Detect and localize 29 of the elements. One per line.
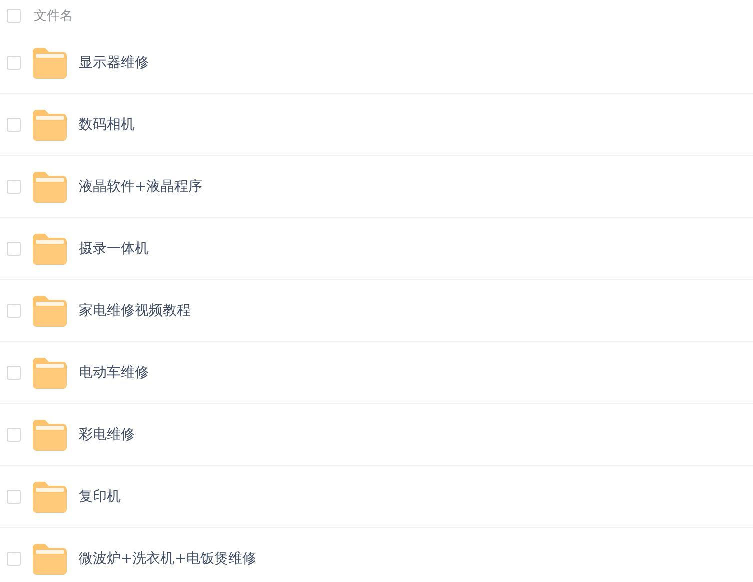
checkbox[interactable]: [7, 304, 21, 318]
column-header: 文件名: [34, 8, 73, 25]
folder-icon: [33, 170, 67, 202]
checkbox[interactable]: [7, 428, 21, 442]
folder-name[interactable]: 复印机: [79, 488, 121, 506]
folder-name[interactable]: 数码相机: [79, 116, 135, 134]
folder-name[interactable]: 家电维修视频教程: [79, 302, 191, 320]
folder-name[interactable]: 电动车维修: [79, 364, 149, 382]
folder-name[interactable]: 液晶软件+液晶程序: [79, 178, 203, 196]
folder-icon: [33, 418, 67, 450]
checkbox[interactable]: [7, 490, 21, 504]
checkbox[interactable]: [7, 552, 21, 566]
folder-icon: [33, 46, 67, 78]
folder-name[interactable]: 显示器维修: [79, 54, 149, 72]
folder-name[interactable]: 微波炉+洗衣机+电饭煲维修: [79, 550, 256, 568]
checkbox[interactable]: [7, 118, 21, 132]
folder-icon: [33, 108, 67, 140]
checkbox[interactable]: [7, 9, 21, 23]
folder-icon: [33, 356, 67, 388]
folder-icon: [33, 232, 67, 264]
folder-name[interactable]: 彩电维修: [79, 426, 135, 444]
checkbox[interactable]: [7, 180, 21, 194]
folder-icon: [33, 480, 67, 512]
checkbox[interactable]: [7, 242, 21, 256]
folder-name[interactable]: 摄录一体机: [79, 240, 149, 258]
folder-icon: [33, 294, 67, 326]
checkbox[interactable]: [7, 366, 21, 380]
folder-icon: [33, 542, 67, 574]
checkbox[interactable]: [7, 56, 21, 70]
